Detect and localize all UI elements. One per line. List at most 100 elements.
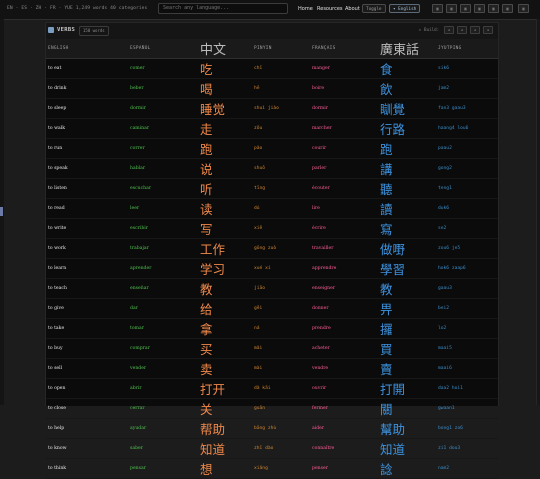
spanish-cell: comprar [128,338,200,359]
table-row[interactable]: to speak hablar 说 shuō parler 講 gong2 [46,158,498,179]
jyutping-cell: gaau3 [436,278,498,299]
table-row[interactable]: to walk caminar 走 zǒu marcher 行路 haang4 lou6 [46,118,498,139]
table-row[interactable]: to buy comprar 买 mǎi acheter 買 maai5 [46,338,498,359]
table-row[interactable]: to eat comer 吃 chī manger 食 sik6 [46,58,498,79]
table-row[interactable]: to close cerrar 关 guān fermer 關 gwaan1 [46,398,498,419]
jyutping-cell: bong1 zo6 [436,418,498,439]
table-row[interactable]: to teach enseñar 教 jiāo enseigner 教 gaau3 [46,278,498,299]
spanish-cell: dormir [128,98,200,119]
toggle-button[interactable]: Toggle [362,4,386,13]
build-option-1[interactable]: ▪ [444,26,454,34]
build-option-2[interactable]: ▪ [457,26,467,34]
jyutping-cell: teng1 [436,178,498,199]
english-cell: to run [46,138,128,159]
pinyin-cell: shuì jiào [252,98,310,119]
pinyin-cell: xiǎng [252,458,310,479]
nav-resources[interactable]: Resources [317,6,343,12]
language-select[interactable]: ▾ English [389,4,421,13]
spanish-cell: escuchar [128,178,200,199]
nav-home[interactable]: Home [298,6,313,12]
scroll-marker[interactable] [0,207,3,216]
spanish-cell: enseñar [128,278,200,299]
spanish-cell: cerrar [128,398,200,419]
table-row[interactable]: to run correr 跑 pǎo courir 跑 paau2 [46,138,498,159]
vocab-panel: VERBS 150 words ▸ Build: ▪ ▪ ▪ ▪ ENGLISH… [45,22,499,479]
english-cell: to write [46,218,128,239]
toolbar-button-1[interactable]: ▣ [432,4,443,13]
cantonese-cell: 講 [380,158,436,179]
table-row[interactable]: to give dar 给 gěi donner 畀 bei2 [46,298,498,319]
toolbar-button-2[interactable]: ▣ [446,4,457,13]
spanish-cell: hablar [128,158,200,179]
table-row[interactable]: to sleep dormir 睡觉 shuì jiào dormir 瞓覺 fan3 ga… [46,98,498,119]
col-header-chinese[interactable]: 中文 [200,39,252,59]
cantonese-cell: 關 [380,398,436,419]
table-row[interactable]: to take tomar 拿 ná prendre 攞 lo2 [46,318,498,339]
pinyin-cell: jiāo [252,278,310,299]
english-cell: to eat [46,58,128,79]
spanish-cell: vender [128,358,200,379]
col-header-spanish[interactable]: ESPAÑOL [128,39,200,59]
english-cell: to speak [46,158,128,179]
chinese-cell: 喝 [200,78,252,99]
table-row[interactable]: to work trabajar 工作 gōng zuò travailler 做嘢 zou… [46,238,498,259]
table-row[interactable]: to listen escuchar 听 tīng écouter 聽 teng1 [46,178,498,199]
spanish-cell: aprender [128,258,200,279]
jyutping-cell: maai5 [436,338,498,359]
toolbar-button-5[interactable]: ▣ [488,4,499,13]
chinese-cell: 卖 [200,358,252,379]
english-cell: to read [46,198,128,219]
jyutping-cell: gong2 [436,158,498,179]
pinyin-cell: hē [252,78,310,99]
spanish-cell: correr [128,138,200,159]
search-input[interactable] [158,3,288,14]
col-header-french[interactable]: FRANÇAIS [310,39,380,59]
pinyin-cell: pǎo [252,138,310,159]
english-cell: to take [46,318,128,339]
table-row[interactable]: to sell vender 卖 mài vendre 賣 maai6 [46,358,498,379]
jyutping-cell: nam2 [436,458,498,479]
spanish-cell: beber [128,78,200,99]
cantonese-cell: 學習 [380,258,436,279]
jyutping-cell: duk6 [436,198,498,219]
col-header-english[interactable]: ENGLISH [46,39,128,59]
book-icon [48,27,54,33]
toolbar-button-4[interactable]: ▣ [474,4,485,13]
toolbar-button-3[interactable]: ▣ [460,4,471,13]
table-row[interactable]: to learn aprender 学习 xué xí apprendre 學習 hok6 … [46,258,498,279]
pinyin-cell: zǒu [252,118,310,139]
jyutping-cell: bei2 [436,298,498,319]
chinese-cell: 给 [200,298,252,319]
jyutping-cell: zi1 dou3 [436,438,498,459]
table-row[interactable]: to help ayudar 帮助 bāng zhù aider 幫助 bong1 zo6 [46,418,498,439]
french-cell: dormir [310,98,380,119]
chinese-cell: 想 [200,458,252,479]
nav-about[interactable]: About [345,6,360,12]
jyutping-cell: lo2 [436,318,498,339]
col-header-cantonese[interactable]: 廣東話 [380,39,436,59]
pinyin-cell: shuō [252,158,310,179]
table-row[interactable]: to open abrir 打开 dǎ kāi ouvrir 打開 daa2 hoi1 [46,378,498,399]
jyutping-cell: haang4 lou6 [436,118,498,139]
table-row[interactable]: to write escribir 写 xiě écrire 寫 se2 [46,218,498,239]
english-cell: to sleep [46,98,128,119]
cantonese-cell: 知道 [380,438,436,459]
col-header-pinyin[interactable]: PINYIN [252,39,310,59]
spanish-cell: ayudar [128,418,200,439]
table-row[interactable]: to drink beber 喝 hē boire 飲 jam2 [46,78,498,99]
chinese-cell: 睡觉 [200,98,252,119]
table-row[interactable]: to know saber 知道 zhī dào connaître 知道 zi1 dou3 [46,438,498,459]
french-cell: connaître [310,438,380,459]
toolbar-button-7[interactable]: ▣ [518,4,529,13]
scrollbar[interactable] [536,19,540,405]
english-cell: to give [46,298,128,319]
toolbar-button-6[interactable]: ▣ [502,4,513,13]
build-option-4[interactable]: ▪ [483,26,493,34]
table-row[interactable]: to read leer 读 dú lire 讀 duk6 [46,198,498,219]
cantonese-cell: 跑 [380,138,436,159]
pinyin-cell: mài [252,358,310,379]
build-option-3[interactable]: ▪ [470,26,480,34]
table-row[interactable]: to think pensar 想 xiǎng penser 諗 nam2 [46,458,498,479]
col-header-jyutping[interactable]: JYUTPING [436,39,498,59]
cantonese-cell: 教 [380,278,436,299]
